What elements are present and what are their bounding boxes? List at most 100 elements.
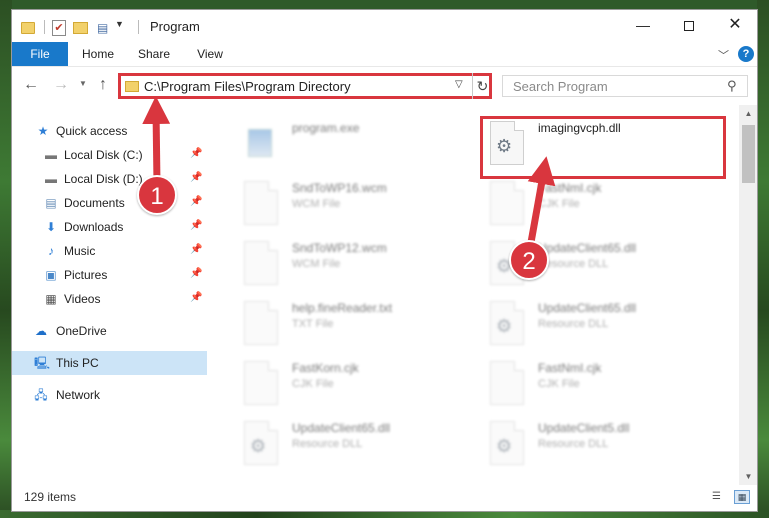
sidebar-item-videos[interactable]: ▦ Videos 📌 [12, 287, 207, 311]
new-folder-icon[interactable] [73, 22, 88, 34]
title-bar: ✔ ▤ ▼ Program — ✕ [12, 10, 757, 42]
pin-icon[interactable]: 📌 [190, 268, 202, 279]
sidebar-item-local-disk-d[interactable]: ▬ Local Disk (D:) 📌 [12, 167, 207, 191]
list-item[interactable]: FastKorn.cjk CJK File [244, 359, 484, 411]
list-item[interactable]: SndToWP16.wcm WCM File [244, 179, 484, 231]
file-name: UpdateClient65.dll [538, 241, 637, 255]
file-name: program.exe [292, 121, 360, 135]
sidebar-item-label: OneDrive [56, 324, 107, 338]
sidebar-item-pictures[interactable]: ▣ Pictures 📌 [12, 263, 207, 287]
minimize-button[interactable]: — [620, 10, 666, 40]
file-type: CJK File [538, 198, 580, 210]
list-item[interactable]: ⚙ UpdateClient5.dll Resource DLL [490, 419, 730, 471]
sidebar-item-network[interactable]: 🖧 Network [12, 383, 207, 407]
close-button[interactable]: ✕ [712, 10, 757, 40]
file-type: Resource DLL [538, 438, 609, 450]
file-type: Resource DLL [538, 318, 609, 330]
maximize-button[interactable] [666, 10, 712, 40]
step-badge-1: 1 [137, 175, 177, 215]
back-arrow-icon[interactable]: ← [21, 76, 41, 94]
search-box[interactable]: ⚲ [502, 75, 748, 97]
address-path[interactable]: C:\Program Files\Program Directory [144, 79, 351, 94]
file-name: UpdateClient5.dll [538, 421, 630, 435]
status-bar: 129 items ☰ ▦ [12, 485, 757, 511]
file-icon [244, 181, 278, 225]
sidebar-item-music[interactable]: ♪ Music 📌 [12, 239, 207, 263]
dll-icon: ⚙ [490, 421, 524, 465]
pin-icon[interactable]: 📌 [190, 244, 202, 255]
file-name: UpdateClient65.dll [292, 421, 391, 435]
list-item[interactable]: FastNmI.cjk CJK File [490, 179, 730, 231]
file-name: SndToWP12.wcm [292, 241, 387, 255]
sidebar-item-documents[interactable]: ▤ Documents 📌 [12, 191, 207, 215]
sidebar-item-label: Network [56, 388, 101, 402]
scroll-thumb[interactable] [742, 125, 755, 183]
pin-icon[interactable]: 📌 [190, 292, 202, 303]
address-bar[interactable]: C:\Program Files\Program Directory ▽ ↻ [118, 73, 492, 99]
properties-icon[interactable]: ▤ [97, 21, 113, 35]
folder-icon [21, 22, 35, 34]
item-count: 129 items [24, 490, 77, 504]
address-history-chevron-icon[interactable]: ▽ [455, 79, 463, 90]
expand-ribbon-chevron-icon[interactable]: ﹀ [718, 47, 729, 63]
list-item[interactable]: SndToWP12.wcm WCM File [244, 239, 484, 291]
drive-icon: ▬ [45, 172, 57, 186]
list-item[interactable]: ⚙ UpdateClient65.dll Resource DLL [490, 299, 730, 351]
search-icon[interactable]: ⚲ [727, 78, 737, 94]
forward-arrow-icon[interactable]: → [51, 76, 71, 94]
file-type: Resource DLL [292, 438, 363, 450]
file-type: CJK File [538, 378, 580, 390]
help-icon[interactable]: ? [738, 46, 754, 62]
sidebar-item-quick-access[interactable]: ★ Quick access [12, 119, 207, 143]
list-item[interactable]: program.exe [244, 119, 484, 171]
step-badge-2: 2 [509, 240, 549, 280]
list-item[interactable]: FastNmI.cjk CJK File [490, 359, 730, 411]
sidebar-item-label: Downloads [64, 220, 124, 234]
tab-view[interactable]: View [186, 42, 234, 66]
sidebar-item-label: Documents [64, 196, 125, 210]
tab-file[interactable]: File [12, 42, 68, 66]
file-type: WCM File [292, 198, 341, 210]
scroll-down-arrow-icon[interactable]: ▼ [739, 468, 757, 485]
explorer-window: ✔ ▤ ▼ Program — ✕ File Home Share View ﹀… [11, 9, 758, 512]
large-icons-view-icon[interactable]: ▦ [734, 490, 750, 504]
tab-home[interactable]: Home [74, 42, 122, 66]
search-input[interactable] [503, 76, 723, 96]
network-icon: 🖧 [34, 388, 48, 402]
up-arrow-icon[interactable]: ↑ [93, 76, 113, 94]
sidebar-item-label: Videos [64, 292, 101, 306]
list-item[interactable]: help.fineReader.txt TXT File [244, 299, 484, 351]
properties-check-icon[interactable]: ✔ [52, 20, 66, 36]
pin-icon[interactable]: 📌 [190, 220, 202, 231]
sidebar-item-label: This PC [56, 356, 99, 370]
scroll-up-arrow-icon[interactable]: ▲ [739, 105, 757, 122]
desktop-background-right [757, 0, 769, 518]
folder-icon [125, 81, 139, 92]
vertical-scrollbar[interactable]: ▲ ▼ [739, 105, 757, 485]
sidebar-item-onedrive[interactable]: ☁ OneDrive [12, 319, 207, 343]
tab-share[interactable]: Share [130, 42, 178, 66]
sidebar-item-local-disk-c[interactable]: ▬ Local Disk (C:) 📌 [12, 143, 207, 167]
ribbon-tabs: File Home Share View ﹀ ? [12, 42, 757, 66]
cloud-icon: ☁ [35, 324, 47, 338]
sidebar-item-label: Local Disk (C:) [64, 148, 143, 162]
sidebar-item-downloads[interactable]: ⬇ Downloads 📌 [12, 215, 207, 239]
pin-icon[interactable]: 📌 [190, 196, 202, 207]
file-type: WCM File [292, 258, 341, 270]
documents-icon: ▤ [45, 196, 57, 210]
list-item[interactable]: ⚙ UpdateClient65.dll Resource DLL [244, 419, 484, 471]
file-name: FastNmI.cjk [538, 181, 602, 195]
sidebar-item-this-pc[interactable]: 🖳 This PC [12, 351, 207, 375]
file-type: CJK File [292, 378, 334, 390]
pin-icon[interactable]: 📌 [190, 172, 202, 183]
file-type: TXT File [292, 318, 334, 330]
details-view-icon[interactable]: ☰ [712, 491, 726, 503]
file-list: program.exe ⚙ imagingvcph.dll SndToWP16.… [216, 105, 739, 485]
sidebar-item-label: Local Disk (D:) [64, 172, 143, 186]
refresh-icon[interactable]: ↻ [472, 73, 492, 99]
file-icon [244, 301, 278, 345]
recent-locations-chevron-icon[interactable]: ▼ [73, 79, 93, 88]
pin-icon[interactable]: 📌 [190, 148, 202, 159]
file-icon [490, 361, 524, 405]
customize-toolbar-chevron-icon[interactable]: ▼ [115, 19, 124, 37]
